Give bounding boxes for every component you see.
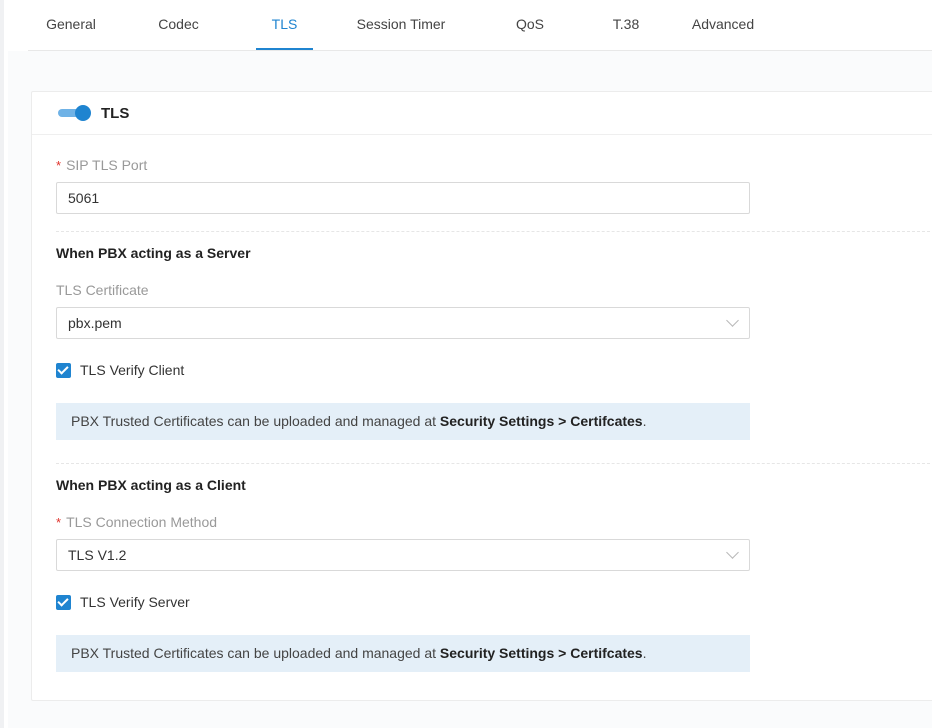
- tab-session-timer[interactable]: Session Timer: [341, 0, 461, 49]
- tls-connection-method-select[interactable]: TLS V1.2: [56, 539, 750, 571]
- tab-tls[interactable]: TLS: [256, 0, 313, 50]
- tls-verify-client-checkbox[interactable]: [56, 362, 71, 378]
- sip-tls-port-label-text: SIP TLS Port: [66, 157, 148, 173]
- notice-link-text: Security Settings > Certifcates: [439, 645, 643, 661]
- tab-general[interactable]: General: [28, 0, 114, 49]
- divider: [56, 231, 932, 232]
- tab-codec[interactable]: Codec: [114, 0, 243, 49]
- tls-connection-method-label-text: TLS Connection Method: [66, 514, 218, 530]
- sip-tls-port-label: * SIP TLS Port: [56, 157, 147, 173]
- chevron-down-icon: [726, 546, 739, 559]
- tls-connection-method-value: TLS V1.2: [68, 547, 127, 563]
- card-header: TLS: [32, 92, 932, 135]
- tls-certificate-label: TLS Certificate: [56, 282, 149, 298]
- toggle-knob: [75, 105, 91, 121]
- notice-text: PBX Trusted Certificates can be uploaded…: [71, 645, 440, 661]
- required-mark: *: [56, 515, 62, 530]
- sip-tls-port-input[interactable]: 5061: [56, 182, 750, 214]
- tls-verify-client-label: TLS Verify Client: [80, 362, 185, 378]
- notice-link-text: Security Settings > Certifcates: [439, 413, 643, 429]
- server-section-title: When PBX acting as a Server: [56, 245, 251, 261]
- notice-text: PBX Trusted Certificates can be uploaded…: [71, 413, 440, 429]
- required-mark: *: [56, 158, 62, 173]
- tls-toggle[interactable]: [58, 105, 91, 121]
- tls-certificate-select[interactable]: pbx.pem: [56, 307, 750, 339]
- tls-certificate-value: pbx.pem: [68, 315, 122, 331]
- server-info-notice: PBX Trusted Certificates can be uploaded…: [56, 403, 750, 440]
- divider: [56, 463, 932, 464]
- tls-verify-server-row: TLS Verify Server: [56, 594, 190, 610]
- notice-suffix: .: [642, 645, 647, 661]
- tls-verify-server-label: TLS Verify Server: [80, 594, 190, 610]
- client-section-title: When PBX acting as a Client: [56, 477, 246, 493]
- tab-bar: General Codec TLS Session Timer QoS T.38…: [28, 0, 932, 51]
- card-title: TLS: [101, 104, 130, 122]
- tab-t38[interactable]: T.38: [601, 0, 651, 49]
- notice-suffix: .: [642, 413, 647, 429]
- chevron-down-icon: [726, 314, 739, 327]
- tls-connection-method-label: * TLS Connection Method: [56, 514, 217, 530]
- tls-settings-card: TLS * SIP TLS Port 5061 When PBX acting a…: [31, 91, 932, 701]
- tab-advanced[interactable]: Advanced: [685, 0, 761, 49]
- tls-verify-client-row: TLS Verify Client: [56, 362, 184, 378]
- tab-qos[interactable]: QoS: [496, 0, 564, 49]
- client-info-notice: PBX Trusted Certificates can be uploaded…: [56, 635, 750, 672]
- page-frame: General Codec TLS Session Timer QoS T.38…: [0, 0, 932, 728]
- tls-verify-server-checkbox[interactable]: [56, 594, 71, 610]
